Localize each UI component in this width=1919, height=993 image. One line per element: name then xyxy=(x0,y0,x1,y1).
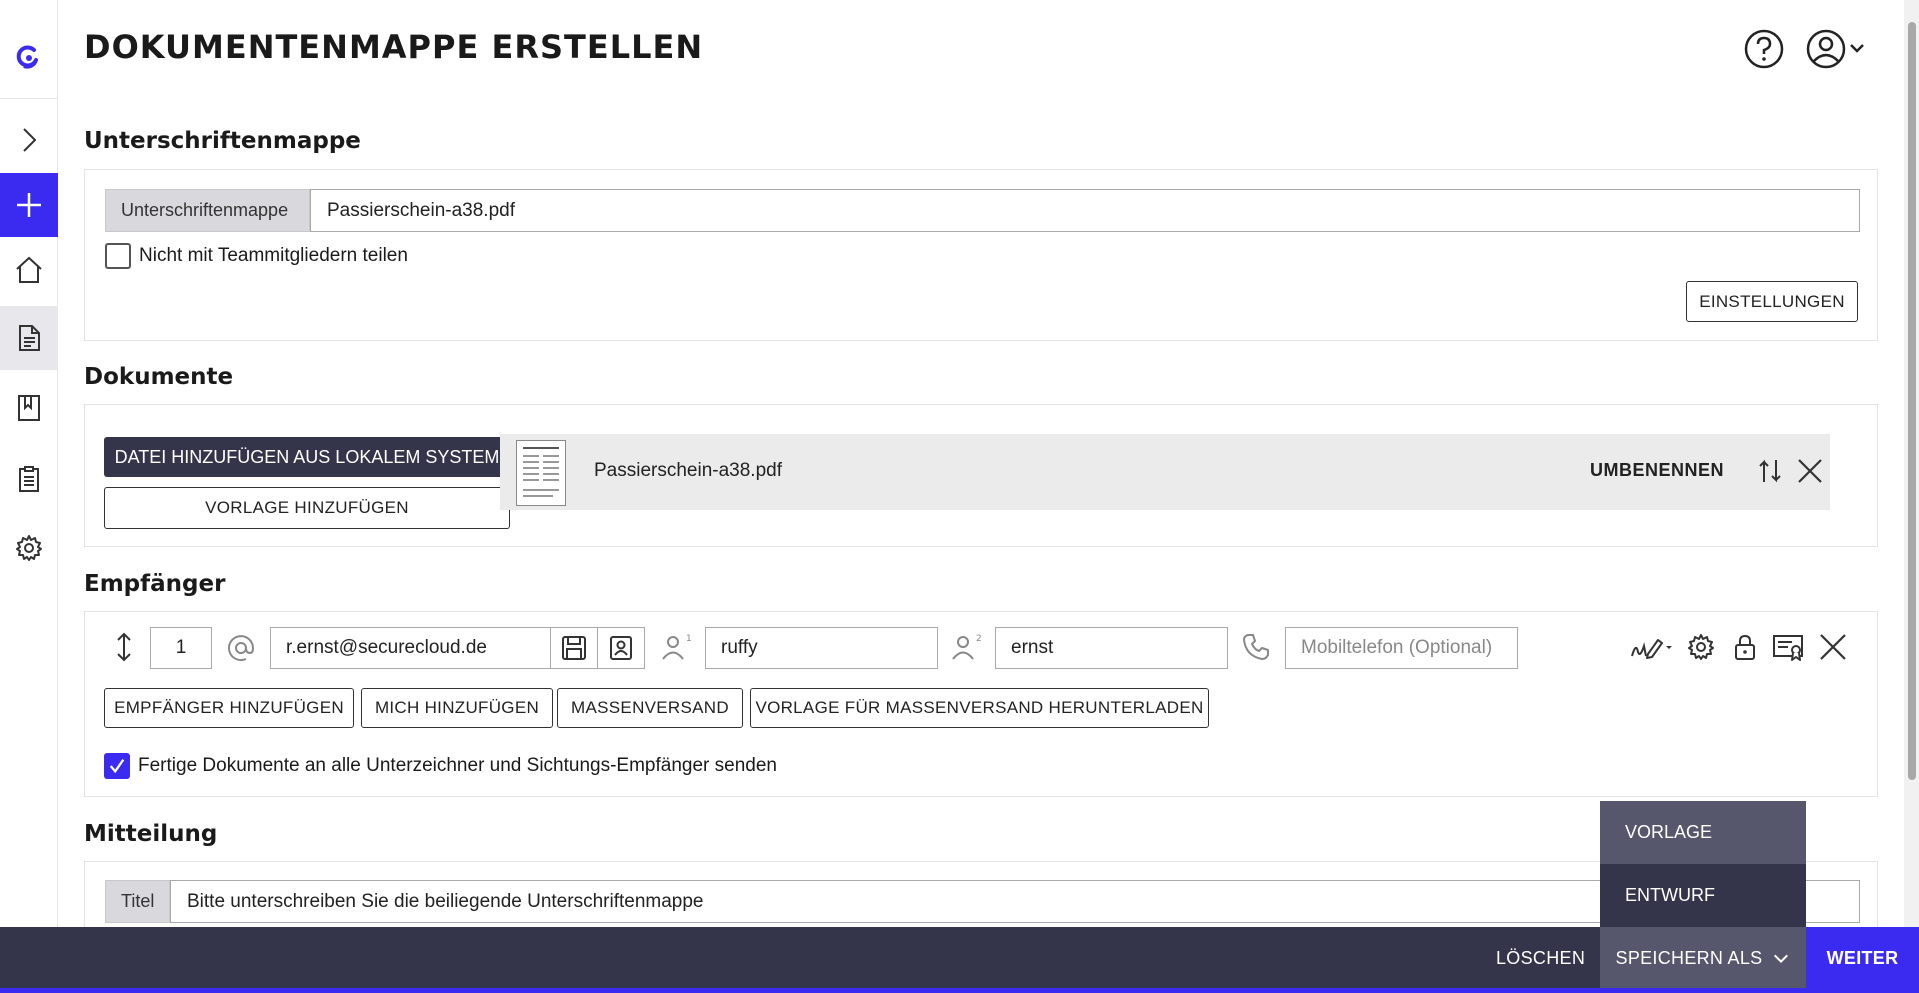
svg-text:2: 2 xyxy=(976,634,982,644)
save-as-template-option[interactable]: VORLAGE xyxy=(1600,801,1806,864)
mass-send-template-button[interactable]: VORLAGE FÜR MASSENVERSAND HERUNTERLADEN xyxy=(750,688,1209,728)
scroll-thumb[interactable] xyxy=(1908,22,1916,780)
chevron-right-icon[interactable] xyxy=(0,108,58,172)
sidebar xyxy=(0,0,58,993)
check-icon xyxy=(109,759,125,774)
save-as-draft-option[interactable]: ENTWURF xyxy=(1600,864,1806,927)
delete-button[interactable]: LÖSCHEN xyxy=(1496,927,1585,989)
add-template-button[interactable]: VORLAGE HINZUFÜGEN xyxy=(104,487,510,529)
add-recipient-button[interactable]: EMPFÄNGER HINZUFÜGEN xyxy=(104,688,354,728)
recipient-phone-input[interactable]: Mobiltelefon (Optional) xyxy=(1285,627,1518,669)
add-me-button[interactable]: MICH HINZUFÜGEN xyxy=(361,688,553,728)
rename-button[interactable]: UMBENENNEN xyxy=(1590,460,1724,481)
gear-icon[interactable] xyxy=(0,516,58,580)
help-icon[interactable] xyxy=(1743,28,1785,70)
chevron-down-icon xyxy=(1774,954,1789,964)
bottom-accent-line xyxy=(0,988,1919,993)
plus-icon[interactable] xyxy=(0,173,58,237)
remove-recipient-icon[interactable] xyxy=(1818,632,1848,667)
remove-document-icon[interactable] xyxy=(1795,456,1825,486)
page-title: DOKUMENTENMAPPE ERSTELLEN xyxy=(84,28,704,66)
section-title-message: Mitteilung xyxy=(84,821,218,847)
first-name-icon: 1 xyxy=(660,632,694,667)
user-menu-button[interactable] xyxy=(1805,28,1875,70)
logo-icon[interactable] xyxy=(0,26,58,90)
recipient-settings-icon[interactable] xyxy=(1686,632,1716,667)
phone-icon xyxy=(1241,632,1271,667)
signature-type-icon[interactable] xyxy=(1628,632,1674,667)
at-icon xyxy=(226,633,256,668)
certificate-icon[interactable] xyxy=(1772,632,1806,667)
reorder-icon[interactable] xyxy=(114,632,134,667)
send-all-label: Fertige Dokumente an alle Unterzeichner … xyxy=(138,755,777,776)
address-book-icon[interactable] xyxy=(597,627,645,669)
folder-name-label: Unterschriftenmappe xyxy=(105,189,310,232)
bottom-action-bar: LÖSCHEN SPEICHERN ALS WEITER xyxy=(0,927,1919,993)
sidebar-divider xyxy=(0,98,58,99)
replace-icon[interactable] xyxy=(1755,456,1785,486)
scrollbar[interactable] xyxy=(1904,0,1919,927)
section-title-documents: Dokumente xyxy=(84,364,234,390)
clipboard-icon[interactable] xyxy=(0,447,58,511)
signature-folder-panel: Unterschriftenmappe Passierschein-a38.pd… xyxy=(84,169,1878,341)
document-name: Passierschein-a38.pdf xyxy=(594,460,782,481)
document-row: Passierschein-a38.pdf UMBENENNEN xyxy=(500,434,1830,510)
recipient-order-input[interactable]: 1 xyxy=(150,627,212,669)
last-name-icon: 2 xyxy=(950,632,984,667)
lock-icon[interactable] xyxy=(1730,632,1760,667)
next-button[interactable]: WEITER xyxy=(1806,927,1919,989)
folder-name-input[interactable]: Passierschein-a38.pdf xyxy=(310,189,1860,232)
home-icon[interactable] xyxy=(0,238,58,302)
save-as-button[interactable]: SPEICHERN ALS xyxy=(1600,927,1806,989)
recipient-email-input[interactable]: r.ernst@securecloud.de xyxy=(270,627,551,669)
recipient-last-name-input[interactable]: ernst xyxy=(995,627,1228,669)
document-icon[interactable] xyxy=(0,306,58,370)
message-title-label: Titel xyxy=(105,880,170,923)
no-share-checkbox[interactable] xyxy=(105,243,131,269)
section-title-signature-folder: Unterschriftenmappe xyxy=(84,128,361,154)
recipient-first-name-input[interactable]: ruffy xyxy=(705,627,938,669)
document-thumbnail xyxy=(516,440,566,506)
settings-button[interactable]: EINSTELLUNGEN xyxy=(1686,281,1858,322)
svg-text:1: 1 xyxy=(686,634,692,644)
bookmark-icon[interactable] xyxy=(0,376,58,440)
add-local-file-button[interactable]: DATEI HINZUFÜGEN AUS LOKALEM SYSTEM xyxy=(104,437,510,477)
save-as-dropdown: VORLAGE ENTWURF xyxy=(1600,801,1806,927)
section-title-recipients: Empfänger xyxy=(84,571,226,597)
no-share-label: Nicht mit Teammitgliedern teilen xyxy=(139,245,408,266)
save-as-label: SPEICHERN ALS xyxy=(1615,947,1763,968)
mass-send-button[interactable]: MASSENVERSAND xyxy=(557,688,743,728)
save-contact-icon[interactable] xyxy=(550,627,598,669)
send-all-checkbox[interactable] xyxy=(104,753,130,779)
